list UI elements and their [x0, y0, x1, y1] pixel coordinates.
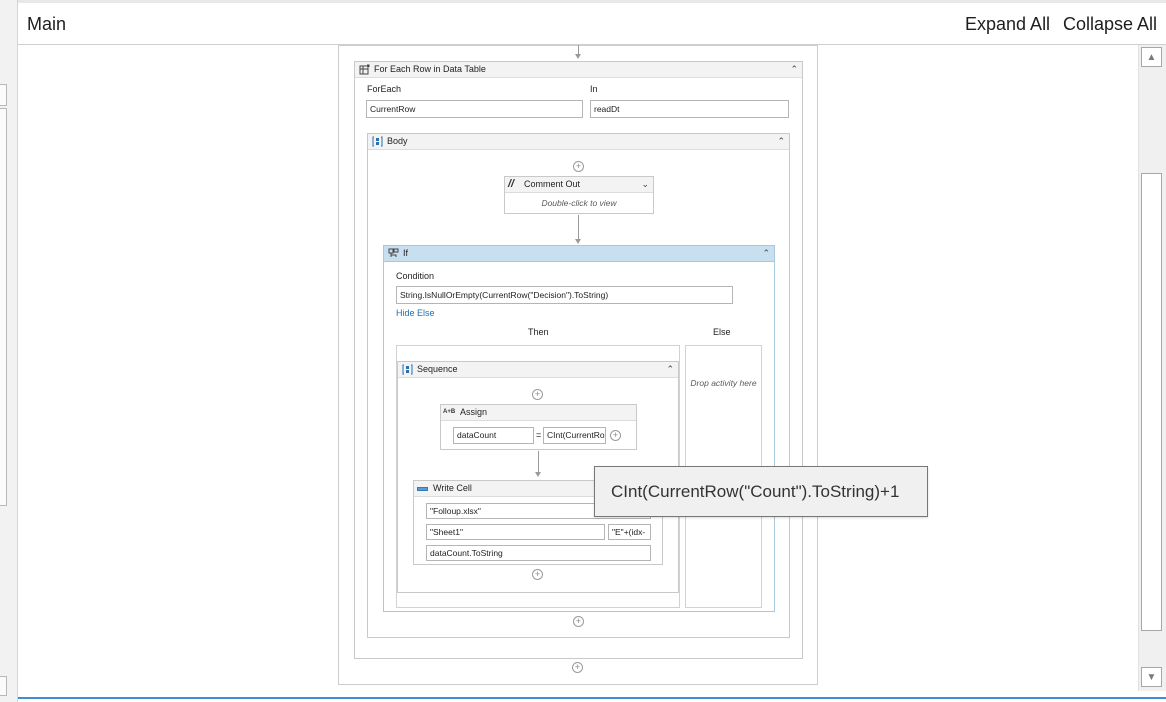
sheet-name-input[interactable]: "Sheet1": [426, 524, 605, 540]
condition-label: Condition: [396, 271, 435, 281]
add-activity-icon[interactable]: +: [573, 616, 584, 627]
else-drop-hint: Drop activity here: [690, 378, 757, 388]
left-panel-tab[interactable]: [0, 84, 7, 106]
body-title: Body: [387, 136, 408, 146]
connector-line: [578, 215, 579, 240]
collapse-icon[interactable]: ⌃: [666, 364, 674, 375]
expand-icon[interactable]: ⌄: [641, 179, 649, 190]
for-each-title: For Each Row in Data Table: [374, 64, 486, 74]
collapse-icon[interactable]: ⌃: [762, 248, 770, 259]
else-label: Else: [713, 327, 731, 337]
body-header[interactable]: Body ⌃: [368, 134, 789, 150]
comment-out-activity[interactable]: // Comment Out ⌄ Double-click to view: [504, 176, 654, 214]
designer-header: Main Expand All Collapse All: [18, 0, 1166, 45]
if-header[interactable]: If ⌃: [384, 246, 774, 262]
hide-else-link[interactable]: Hide Else: [396, 308, 435, 318]
add-activity-icon[interactable]: +: [573, 161, 584, 172]
assign-equals: =: [536, 430, 542, 440]
condition-input[interactable]: String.IsNullOrEmpty(CurrentRow("Decisio…: [396, 286, 733, 304]
assign-title: Assign: [460, 407, 488, 417]
assign-header[interactable]: A+B Assign: [441, 405, 636, 421]
write-cell-icon: [417, 487, 428, 491]
comment-out-title: Comment Out: [524, 179, 581, 189]
connector-line: [538, 451, 539, 473]
scroll-up-button[interactable]: ▲: [1141, 47, 1162, 67]
then-label: Then: [528, 327, 549, 337]
cell-value-input[interactable]: dataCount.ToString: [426, 545, 651, 561]
foreach-item-input[interactable]: CurrentRow: [366, 100, 583, 118]
expand-all-button[interactable]: Expand All: [965, 14, 1050, 35]
comment-icon: //: [508, 178, 515, 190]
sequence-header[interactable]: Sequence ⌃: [398, 362, 678, 378]
if-icon: [388, 248, 399, 257]
sequence-title: Sequence: [417, 364, 458, 374]
add-activity-icon[interactable]: +: [532, 389, 543, 400]
add-activity-icon[interactable]: +: [532, 569, 543, 580]
sequence-icon: [402, 364, 413, 375]
scrollbar-thumb[interactable]: [1141, 173, 1162, 631]
collapse-icon[interactable]: ⌃: [790, 64, 798, 75]
for-each-icon: [359, 64, 370, 75]
canvas-bottom-border: [18, 697, 1166, 699]
connector-arrow: [575, 54, 581, 59]
in-datatable-input[interactable]: readDt: [590, 100, 789, 118]
sequence-icon: [372, 136, 383, 147]
assign-icon: A+B: [443, 409, 456, 415]
expression-tooltip: CInt(CurrentRow("Count").ToString)+1: [594, 466, 928, 517]
add-activity-icon[interactable]: +: [572, 662, 583, 673]
write-cell-title: Write Cell: [433, 483, 472, 493]
comment-out-header[interactable]: // Comment Out ⌄: [505, 177, 653, 193]
scroll-down-button[interactable]: ▼: [1141, 667, 1162, 687]
collapse-icon[interactable]: ⌃: [777, 136, 785, 147]
comment-out-hint: Double-click to view: [541, 198, 617, 208]
connector-arrow: [535, 472, 541, 477]
left-panel-tab-bottom[interactable]: [0, 676, 7, 696]
add-assign-icon[interactable]: +: [610, 430, 621, 441]
foreach-label: ForEach: [367, 84, 402, 94]
assign-value-input[interactable]: CInt(CurrentRo: [543, 427, 606, 444]
connector-arrow: [575, 239, 581, 244]
if-title: If: [403, 248, 409, 258]
workflow-title: Main: [27, 14, 67, 34]
left-panel-section: [0, 108, 7, 506]
collapse-all-button[interactable]: Collapse All: [1063, 14, 1157, 35]
assign-to-input[interactable]: dataCount: [453, 427, 534, 444]
in-label: In: [590, 84, 598, 94]
for-each-header[interactable]: For Each Row in Data Table ⌃: [355, 62, 802, 78]
range-input[interactable]: "E"+(idx-: [608, 524, 651, 540]
